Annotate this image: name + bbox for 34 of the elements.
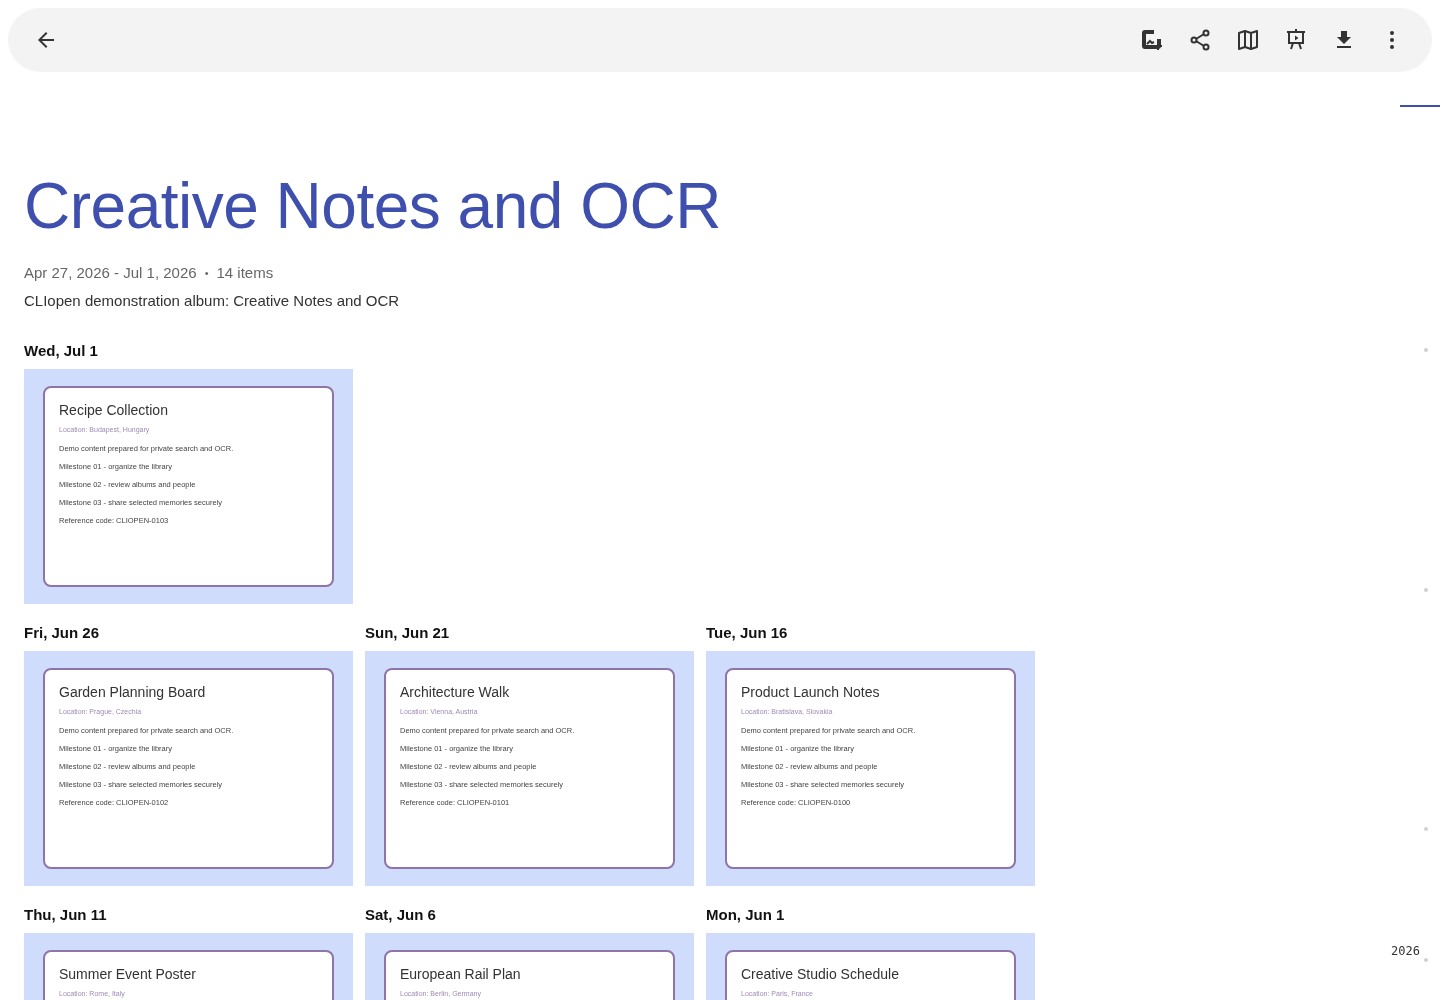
album-description: CLIopen demonstration album: Creative Notes and OCR (24, 292, 401, 309)
photo-tile[interactable] (706, 651, 1035, 886)
date-heading: Thu, Jun 11 (24, 906, 108, 925)
scrubber-dot (1424, 827, 1428, 831)
scrubber-dot (1424, 958, 1428, 962)
scrubber-dot (1424, 348, 1428, 352)
scrubber-indicator (1400, 105, 1440, 107)
date-heading: Sat, Jun 6 (365, 906, 437, 925)
note-title: Recipe Collection (59, 402, 169, 418)
note-title: Garden Planning Board (59, 684, 207, 700)
note-title: European Rail Plan (400, 966, 522, 982)
scrubber-dot (1424, 588, 1428, 592)
date-heading: Mon, Jun 1 (706, 906, 786, 925)
album-title: Creative Notes and OCR (24, 169, 722, 244)
date-heading: Wed, Jul 1 (24, 342, 99, 361)
note-title: Product Launch Notes (741, 684, 881, 700)
map-icon (1236, 28, 1260, 52)
share-icon (1188, 28, 1212, 52)
photo-tile[interactable] (365, 651, 694, 886)
date-heading: Fri, Jun 26 (24, 624, 101, 643)
scrubber-year[interactable]: 2026 (1391, 944, 1420, 958)
date-range: Apr 27, 2026 - Jul 1, 2026 (24, 264, 197, 282)
date-heading: Tue, Jun 16 (706, 624, 789, 643)
date-heading: Sun, Jun 21 (365, 624, 451, 643)
photo-tile[interactable] (24, 651, 353, 886)
note-title: Creative Studio Schedule (741, 966, 900, 982)
note-title: Summer Event Poster (59, 966, 197, 982)
photo-tile[interactable] (24, 369, 353, 604)
separator-dot: • (204, 266, 209, 281)
note-title: Architecture Walk (400, 684, 511, 700)
add-photo-icon (1140, 28, 1164, 52)
slideshow-icon (1284, 28, 1308, 52)
item-count: 14 items (216, 264, 274, 282)
more-icon (1390, 31, 1394, 49)
